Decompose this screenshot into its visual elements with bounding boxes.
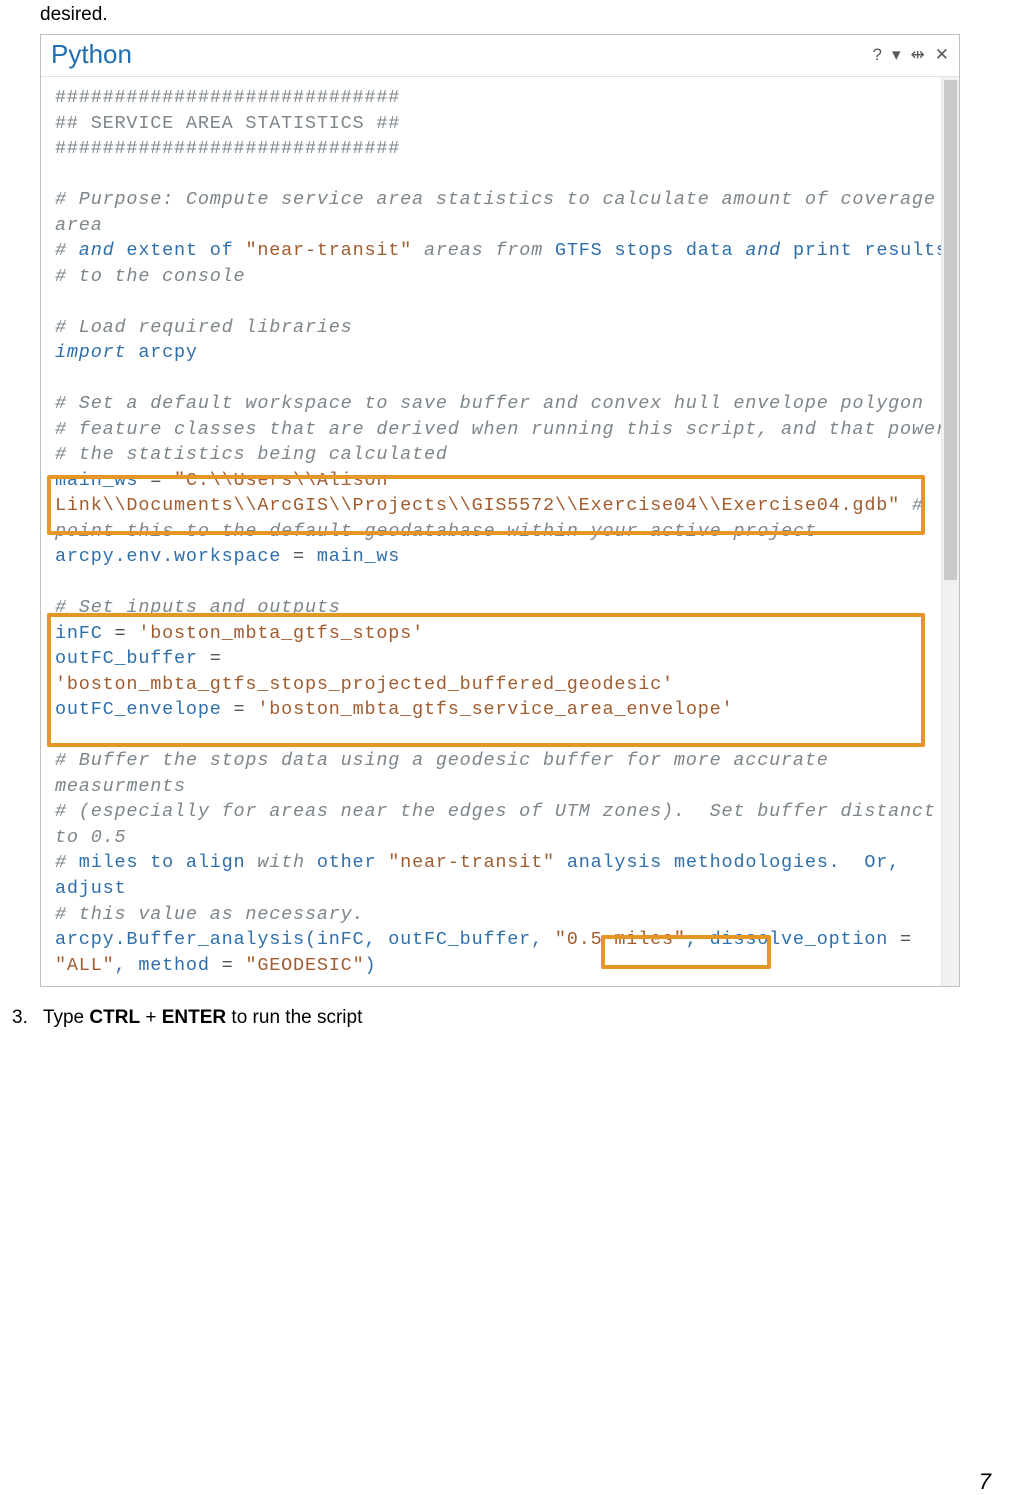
step-text-b: to run the script (226, 1007, 362, 1028)
step-plus: + (140, 1007, 162, 1028)
pin-icon[interactable]: ⇹ (911, 46, 925, 63)
vertical-scrollbar[interactable] (941, 77, 959, 986)
help-icon[interactable]: ? (872, 46, 881, 63)
instruction-step-3: 3. Type CTRL + ENTER to run the script (12, 1007, 999, 1029)
dropdown-icon[interactable]: ▾ (892, 46, 901, 63)
panel-title: Python (51, 39, 872, 70)
key-ctrl: CTRL (89, 1007, 140, 1028)
code-area[interactable]: ############################# ## SERVICE… (41, 77, 959, 986)
step-text-a: Type (43, 1007, 89, 1028)
scroll-thumb[interactable] (944, 80, 957, 580)
step-number: 3. (12, 1007, 38, 1029)
close-icon[interactable]: ✕ (935, 46, 949, 63)
doc-fragment-top: desired. (40, 4, 999, 26)
panel-controls: ? ▾ ⇹ ✕ (872, 46, 949, 63)
key-enter: ENTER (162, 1007, 226, 1028)
python-panel: Python ? ▾ ⇹ ✕ #########################… (40, 34, 960, 987)
page-number: 7 (12, 1469, 999, 1495)
panel-header: Python ? ▾ ⇹ ✕ (41, 35, 959, 77)
code-content: ############################# ## SERVICE… (55, 85, 953, 978)
